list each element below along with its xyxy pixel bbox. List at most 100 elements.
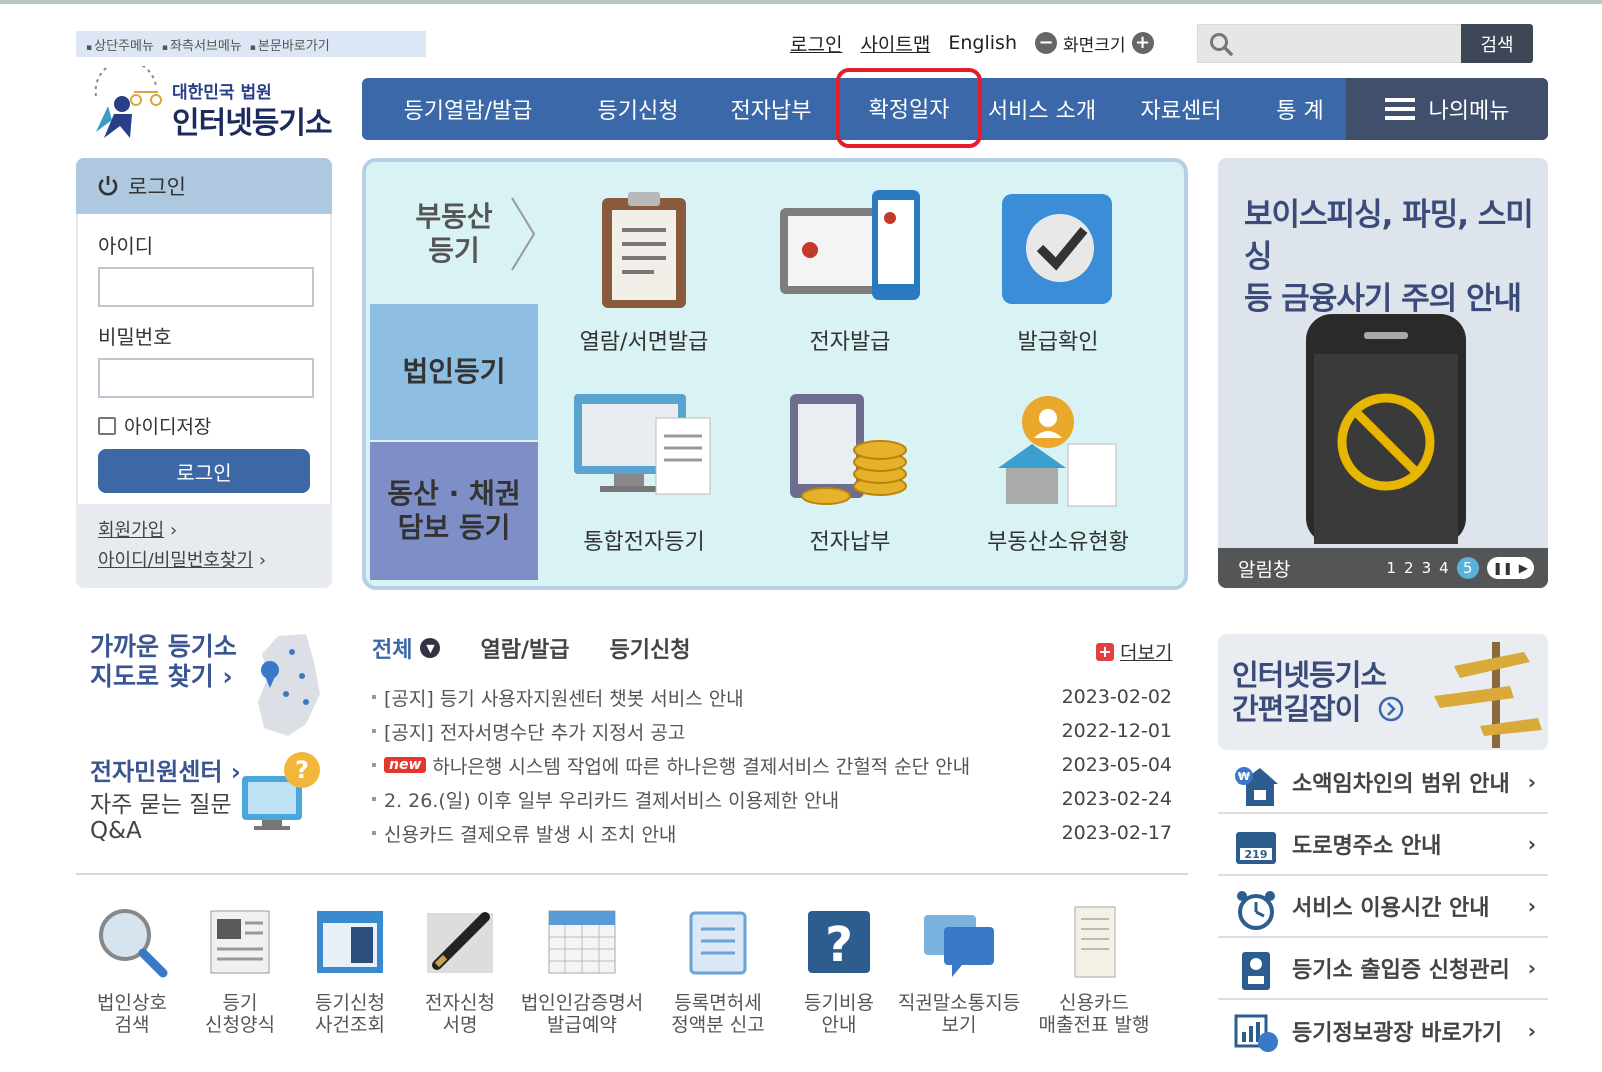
play-icon[interactable]: ▶: [1519, 561, 1528, 575]
e-civil-center-link[interactable]: 전자민원센터 ›: [90, 752, 241, 787]
skip-link-content[interactable]: 본문바로가기: [250, 35, 330, 54]
zoom-label: 화면크기: [1062, 35, 1126, 56]
search-button[interactable]: 검색: [1461, 24, 1533, 63]
notice-tab-all[interactable]: 전체 ▼: [372, 632, 441, 664]
quick-links: 법인상호 검색 등기 신청양식 등기신청 사건조회 전자신청 서명 법인인감증명서 발급예…: [80, 905, 1180, 1036]
main-nav: 등기열람/발급 등기신청 전자납부 확정일자 서비스 소개 자료센터 통 계 나…: [362, 68, 1548, 148]
search-input[interactable]: [1197, 24, 1461, 63]
browser-window-icon: [317, 911, 383, 973]
banner-page-5[interactable]: 5: [1456, 557, 1479, 579]
chevron-right-icon: ›: [1527, 956, 1536, 980]
coins-icon: [790, 394, 907, 505]
save-id-label: 아이디저장: [124, 416, 212, 438]
notice-row[interactable]: [공지] 전자서명수단 추가 지정서 공고 2022-12-01: [372, 714, 1172, 748]
banner-controls: ❚❚ ▶: [1486, 557, 1534, 579]
address-sign-icon: 219: [1236, 832, 1276, 864]
quick-e-sign[interactable]: 전자신청 서명: [404, 905, 516, 1036]
easy-guide-title: 인터넷등기소 간편길잡이: [1232, 658, 1387, 726]
zoom-control: − 화면크기 +: [1034, 31, 1154, 56]
quick-label-2: 등기: [222, 992, 258, 1014]
id-field[interactable]: [98, 267, 314, 307]
banner-page-3[interactable]: 3: [1422, 559, 1432, 577]
nav-item-fixed-date[interactable]: 확정일자: [836, 68, 982, 148]
notice-tab-application[interactable]: 등기신청: [609, 632, 690, 664]
zoom-out-icon[interactable]: −: [1034, 32, 1057, 54]
skip-link-left[interactable]: 좌측서브메뉴: [162, 35, 242, 54]
join-link[interactable]: 회원가입: [98, 520, 164, 541]
chevron-right-icon: ›: [1527, 832, 1536, 856]
password-field[interactable]: [98, 358, 314, 398]
nav-item-service-intro[interactable]: 서비스 소개: [978, 78, 1106, 140]
link-road-address[interactable]: 219 도로명주소 안내 ›: [1218, 814, 1548, 876]
nav-item-application[interactable]: 등기신청: [574, 78, 702, 140]
speech-bubble-icon: [924, 915, 994, 977]
quick-corp-name-search[interactable]: 법인상호 검색: [80, 905, 184, 1036]
banner-page-4[interactable]: 4: [1439, 559, 1449, 577]
quick-cancellation-notice[interactable]: 직권말소통지등 보기: [890, 905, 1028, 1036]
notice-tab-view-issue[interactable]: 열람/발급: [480, 632, 569, 664]
quick-cost-guide[interactable]: ? 등기비용 안내: [788, 905, 890, 1036]
quick-sublabel-6: 정액분 신고: [671, 1014, 765, 1036]
easy-guide-banner[interactable]: 인터넷등기소 간편길잡이: [1218, 634, 1548, 750]
service-payment[interactable]: 전자납부: [750, 390, 950, 580]
quick-case-lookup[interactable]: 등기신청 사건조회: [296, 905, 404, 1036]
divider: [76, 873, 1188, 875]
link-access-card[interactable]: 등기소 출입증 신청관리 ›: [1218, 938, 1548, 1000]
document-icon: [689, 911, 747, 975]
nav-item-statistics[interactable]: 통 계: [1256, 78, 1344, 140]
house-person-icon: [998, 396, 1117, 507]
notice-row[interactable]: 2. 26.(일) 이후 일부 우리카드 결제서비스 이용제한 안내 2023-0…: [372, 782, 1172, 816]
quick-forms[interactable]: 등기 신청양식: [184, 905, 296, 1036]
quick-license-tax[interactable]: 등록면허세 정액분 신고: [648, 905, 788, 1036]
smartphone-block-icon: [1306, 314, 1466, 544]
notice-date: 2023-02-24: [1061, 788, 1172, 810]
tab-corporation[interactable]: 법인등기: [370, 304, 538, 440]
notice-banner[interactable]: 보이스피싱, 파밍, 스미싱 등 금융사기 주의 안내 알림창 1 2 3 4 …: [1218, 158, 1548, 588]
zoom-in-icon[interactable]: +: [1131, 32, 1154, 54]
login-button[interactable]: 로그인: [98, 449, 310, 493]
quick-label-1: 법인상호: [97, 992, 167, 1014]
quick-label-3: 등기신청: [315, 992, 385, 1014]
nav-item-view-issue[interactable]: 등기열람/발급: [362, 78, 574, 140]
service-integrated-label: 통합전자등기: [583, 530, 705, 555]
banner-page-1[interactable]: 1: [1386, 559, 1396, 577]
service-view-issue[interactable]: 열람/서면발급: [544, 190, 744, 380]
login-link[interactable]: 로그인: [790, 30, 842, 57]
near-office-link[interactable]: 가까운 등기소 지도로 찾기 ›: [90, 632, 237, 692]
faq-link[interactable]: 자주 묻는 질문 Q&A: [90, 792, 232, 844]
my-menu-button[interactable]: 나의메뉴: [1346, 78, 1548, 140]
banner-page-2[interactable]: 2: [1404, 559, 1414, 577]
service-e-issue[interactable]: 전자발급: [750, 190, 950, 380]
save-id-checkbox[interactable]: [98, 416, 116, 435]
skip-link-top[interactable]: 상단주메뉴: [86, 35, 154, 54]
nav-item-data-center[interactable]: 자료센터: [1106, 78, 1256, 140]
notice-row[interactable]: new 하나은행 시스템 작업에 따른 하나은행 결제서비스 간헐적 순단 안내 2…: [372, 748, 1172, 782]
link-data-plaza[interactable]: 등기정보광장 바로가기 ›: [1218, 1000, 1548, 1062]
notice-date: 2023-02-02: [1061, 686, 1172, 708]
find-account-link[interactable]: 아이디/비밀번호찾기: [98, 550, 253, 571]
tab-movable[interactable]: 동산 · 채권 담보 등기: [370, 442, 538, 580]
site-logo[interactable]: 대한민국 법원 인터넷등기소: [86, 66, 336, 144]
more-link[interactable]: + 더보기: [1096, 638, 1172, 665]
pause-icon[interactable]: ❚❚: [1493, 561, 1513, 575]
save-id-option[interactable]: 아이디저장: [98, 412, 310, 439]
quick-seal-reservation[interactable]: 법인인감증명서 발급예약: [516, 905, 648, 1036]
notice-row[interactable]: [공지] 등기 사용자지원센터 챗봇 서비스 안내 2023-02-02: [372, 680, 1172, 714]
nav-item-payment[interactable]: 전자납부: [702, 78, 840, 140]
password-label: 비밀번호: [98, 325, 172, 349]
service-verify[interactable]: 발급확인: [958, 190, 1158, 380]
notice-row[interactable]: 신용카드 결제오류 발생 시 조치 안내 2023-02-17: [372, 816, 1172, 850]
sitemap-link[interactable]: 사이트맵: [860, 30, 930, 57]
new-badge: new: [384, 757, 427, 773]
link-small-tenant[interactable]: ₩ 소액임차인의 범위 안내 ›: [1218, 752, 1548, 814]
search-icon: [1210, 32, 1233, 56]
search-bar: 검색: [1197, 24, 1533, 63]
link-service-hours[interactable]: 서비스 이용시간 안내 ›: [1218, 876, 1548, 938]
chevron-right-icon: ›: [1527, 770, 1536, 794]
english-link[interactable]: English: [948, 32, 1017, 54]
quick-card-receipt[interactable]: 신용카드 매출전표 발행: [1028, 905, 1160, 1036]
service-ownership[interactable]: 부동산소유현황: [958, 390, 1158, 580]
service-integrated[interactable]: 통합전자등기: [544, 390, 744, 580]
tab-real-estate[interactable]: 부동산 등기: [370, 166, 538, 302]
magnifier-icon: [99, 909, 168, 978]
